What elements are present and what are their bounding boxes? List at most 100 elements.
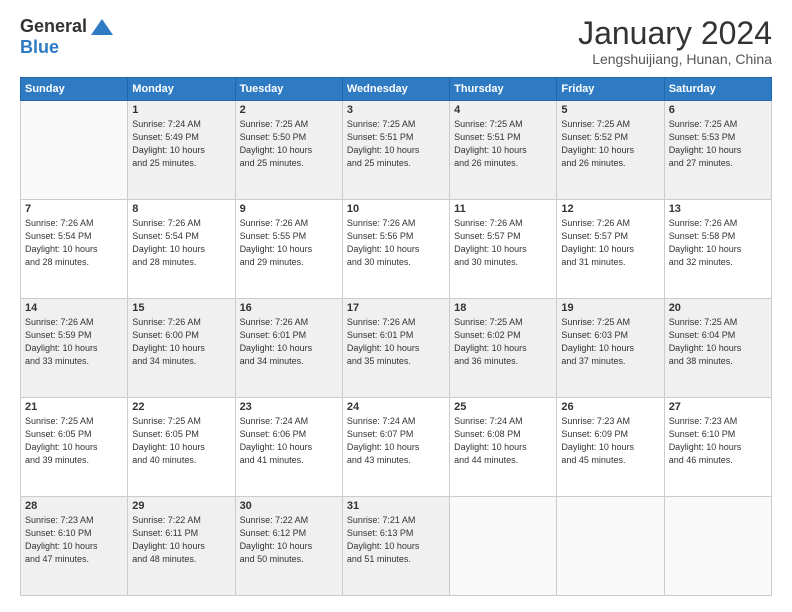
logo-general-text: General (20, 16, 87, 37)
col-header-monday: Monday (128, 78, 235, 101)
calendar-cell: 30Sunrise: 7:22 AM Sunset: 6:12 PM Dayli… (235, 497, 342, 596)
calendar-cell: 5 Sunrise: 7:25 AM Sunset: 5:52 PM Daylig… (557, 101, 664, 200)
day-info: Sunrise: 7:26 AM Sunset: 5:55 PM Dayligh… (240, 217, 338, 269)
calendar-cell: 10 Sunrise: 7:26 AM Sunset: 5:56 PM Dayli… (342, 200, 449, 299)
day-number: 12 (561, 203, 659, 215)
day-info: Sunrise: 7:23 AM Sunset: 6:09 PM Dayligh… (561, 415, 659, 467)
day-number: 14 (25, 302, 123, 314)
calendar-cell: 9 Sunrise: 7:26 AM Sunset: 5:55 PM Daylig… (235, 200, 342, 299)
logo: General Blue (20, 16, 113, 58)
logo-icon (91, 19, 113, 35)
day-info: Sunrise: 7:24 AM Sunset: 6:07 PM Dayligh… (347, 415, 445, 467)
day-info: Sunrise: 7:21 AM Sunset: 6:13 PM Dayligh… (347, 514, 445, 566)
day-number: 11 (454, 203, 552, 215)
calendar-cell: 8Sunrise: 7:26 AM Sunset: 5:54 PM Daylig… (128, 200, 235, 299)
calendar-cell: 1 Sunrise: 7:24 AM Sunset: 5:49 PM Daylig… (128, 101, 235, 200)
day-number: 5 (561, 104, 659, 116)
day-info: Sunrise: 7:26 AM Sunset: 5:56 PM Dayligh… (347, 217, 445, 269)
calendar-table: SundayMondayTuesdayWednesdayThursdayFrid… (20, 77, 772, 596)
calendar-cell: 24 Sunrise: 7:24 AM Sunset: 6:07 PM Dayli… (342, 398, 449, 497)
col-header-thursday: Thursday (450, 78, 557, 101)
calendar-cell: 11 Sunrise: 7:26 AM Sunset: 5:57 PM Dayli… (450, 200, 557, 299)
day-info: Sunrise: 7:25 AM Sunset: 5:53 PM Dayligh… (669, 118, 767, 170)
day-number: 29 (132, 500, 230, 512)
day-number: 13 (669, 203, 767, 215)
col-header-tuesday: Tuesday (235, 78, 342, 101)
month-title: January 2024 (578, 16, 772, 51)
day-info: Sunrise: 7:25 AM Sunset: 5:50 PM Dayligh… (240, 118, 338, 170)
page: General Blue January 2024 Lengshuijiang,… (0, 0, 792, 612)
day-info: Sunrise: 7:24 AM Sunset: 6:06 PM Dayligh… (240, 415, 338, 467)
day-number: 27 (669, 401, 767, 413)
day-info: Sunrise: 7:23 AM Sunset: 6:10 PM Dayligh… (25, 514, 123, 566)
day-info: Sunrise: 7:25 AM Sunset: 6:03 PM Dayligh… (561, 316, 659, 368)
col-header-sunday: Sunday (21, 78, 128, 101)
day-info: Sunrise: 7:22 AM Sunset: 6:12 PM Dayligh… (240, 514, 338, 566)
calendar-week-row: 7Sunrise: 7:26 AM Sunset: 5:54 PM Daylig… (21, 200, 772, 299)
day-info: Sunrise: 7:26 AM Sunset: 5:57 PM Dayligh… (454, 217, 552, 269)
calendar-cell: 17 Sunrise: 7:26 AM Sunset: 6:01 PM Dayli… (342, 299, 449, 398)
calendar-cell: 6 Sunrise: 7:25 AM Sunset: 5:53 PM Daylig… (664, 101, 771, 200)
day-info: Sunrise: 7:25 AM Sunset: 5:51 PM Dayligh… (454, 118, 552, 170)
calendar-cell: 12Sunrise: 7:26 AM Sunset: 5:57 PM Dayli… (557, 200, 664, 299)
day-info: Sunrise: 7:26 AM Sunset: 6:01 PM Dayligh… (347, 316, 445, 368)
day-number: 23 (240, 401, 338, 413)
calendar-cell: 14 Sunrise: 7:26 AM Sunset: 5:59 PM Dayli… (21, 299, 128, 398)
day-number: 3 (347, 104, 445, 116)
day-number: 26 (561, 401, 659, 413)
day-number: 19 (561, 302, 659, 314)
calendar-cell: 29 Sunrise: 7:22 AM Sunset: 6:11 PM Dayli… (128, 497, 235, 596)
day-info: Sunrise: 7:25 AM Sunset: 6:05 PM Dayligh… (25, 415, 123, 467)
calendar-cell: 13Sunrise: 7:26 AM Sunset: 5:58 PM Dayli… (664, 200, 771, 299)
day-number: 24 (347, 401, 445, 413)
day-info: Sunrise: 7:24 AM Sunset: 6:08 PM Dayligh… (454, 415, 552, 467)
day-info: Sunrise: 7:26 AM Sunset: 5:54 PM Dayligh… (25, 217, 123, 269)
calendar-week-row: 14 Sunrise: 7:26 AM Sunset: 5:59 PM Dayli… (21, 299, 772, 398)
calendar-cell: 23 Sunrise: 7:24 AM Sunset: 6:06 PM Dayli… (235, 398, 342, 497)
header: General Blue January 2024 Lengshuijiang,… (20, 16, 772, 67)
day-info: Sunrise: 7:24 AM Sunset: 5:49 PM Dayligh… (132, 118, 230, 170)
calendar-cell (450, 497, 557, 596)
day-number: 31 (347, 500, 445, 512)
calendar-cell: 19 Sunrise: 7:25 AM Sunset: 6:03 PM Dayli… (557, 299, 664, 398)
col-header-saturday: Saturday (664, 78, 771, 101)
calendar-cell: 3 Sunrise: 7:25 AM Sunset: 5:51 PM Daylig… (342, 101, 449, 200)
calendar-cell: 7Sunrise: 7:26 AM Sunset: 5:54 PM Daylig… (21, 200, 128, 299)
calendar-cell (21, 101, 128, 200)
day-info: Sunrise: 7:25 AM Sunset: 5:51 PM Dayligh… (347, 118, 445, 170)
day-number: 9 (240, 203, 338, 215)
day-number: 16 (240, 302, 338, 314)
day-number: 15 (132, 302, 230, 314)
day-info: Sunrise: 7:22 AM Sunset: 6:11 PM Dayligh… (132, 514, 230, 566)
day-info: Sunrise: 7:25 AM Sunset: 6:02 PM Dayligh… (454, 316, 552, 368)
day-info: Sunrise: 7:26 AM Sunset: 6:00 PM Dayligh… (132, 316, 230, 368)
calendar-cell: 20Sunrise: 7:25 AM Sunset: 6:04 PM Dayli… (664, 299, 771, 398)
calendar-cell: 25Sunrise: 7:24 AM Sunset: 6:08 PM Dayli… (450, 398, 557, 497)
calendar-cell (664, 497, 771, 596)
day-number: 17 (347, 302, 445, 314)
day-number: 2 (240, 104, 338, 116)
col-header-wednesday: Wednesday (342, 78, 449, 101)
calendar-cell: 26 Sunrise: 7:23 AM Sunset: 6:09 PM Dayli… (557, 398, 664, 497)
calendar-cell: 31 Sunrise: 7:21 AM Sunset: 6:13 PM Dayli… (342, 497, 449, 596)
calendar-week-row: 21Sunrise: 7:25 AM Sunset: 6:05 PM Dayli… (21, 398, 772, 497)
day-number: 4 (454, 104, 552, 116)
calendar-cell: 18Sunrise: 7:25 AM Sunset: 6:02 PM Dayli… (450, 299, 557, 398)
day-number: 10 (347, 203, 445, 215)
calendar-cell: 16Sunrise: 7:26 AM Sunset: 6:01 PM Dayli… (235, 299, 342, 398)
day-number: 6 (669, 104, 767, 116)
calendar-cell: 28Sunrise: 7:23 AM Sunset: 6:10 PM Dayli… (21, 497, 128, 596)
calendar-week-row: 28Sunrise: 7:23 AM Sunset: 6:10 PM Dayli… (21, 497, 772, 596)
calendar-header-row: SundayMondayTuesdayWednesdayThursdayFrid… (21, 78, 772, 101)
calendar-cell: 22Sunrise: 7:25 AM Sunset: 6:05 PM Dayli… (128, 398, 235, 497)
day-info: Sunrise: 7:26 AM Sunset: 5:59 PM Dayligh… (25, 316, 123, 368)
day-number: 22 (132, 401, 230, 413)
day-info: Sunrise: 7:26 AM Sunset: 5:54 PM Dayligh… (132, 217, 230, 269)
calendar-cell: 4 Sunrise: 7:25 AM Sunset: 5:51 PM Daylig… (450, 101, 557, 200)
location: Lengshuijiang, Hunan, China (578, 51, 772, 67)
day-number: 1 (132, 104, 230, 116)
header-right: January 2024 Lengshuijiang, Hunan, China (578, 16, 772, 67)
calendar-cell: 2 Sunrise: 7:25 AM Sunset: 5:50 PM Daylig… (235, 101, 342, 200)
calendar-week-row: 1 Sunrise: 7:24 AM Sunset: 5:49 PM Daylig… (21, 101, 772, 200)
day-info: Sunrise: 7:25 AM Sunset: 5:52 PM Dayligh… (561, 118, 659, 170)
